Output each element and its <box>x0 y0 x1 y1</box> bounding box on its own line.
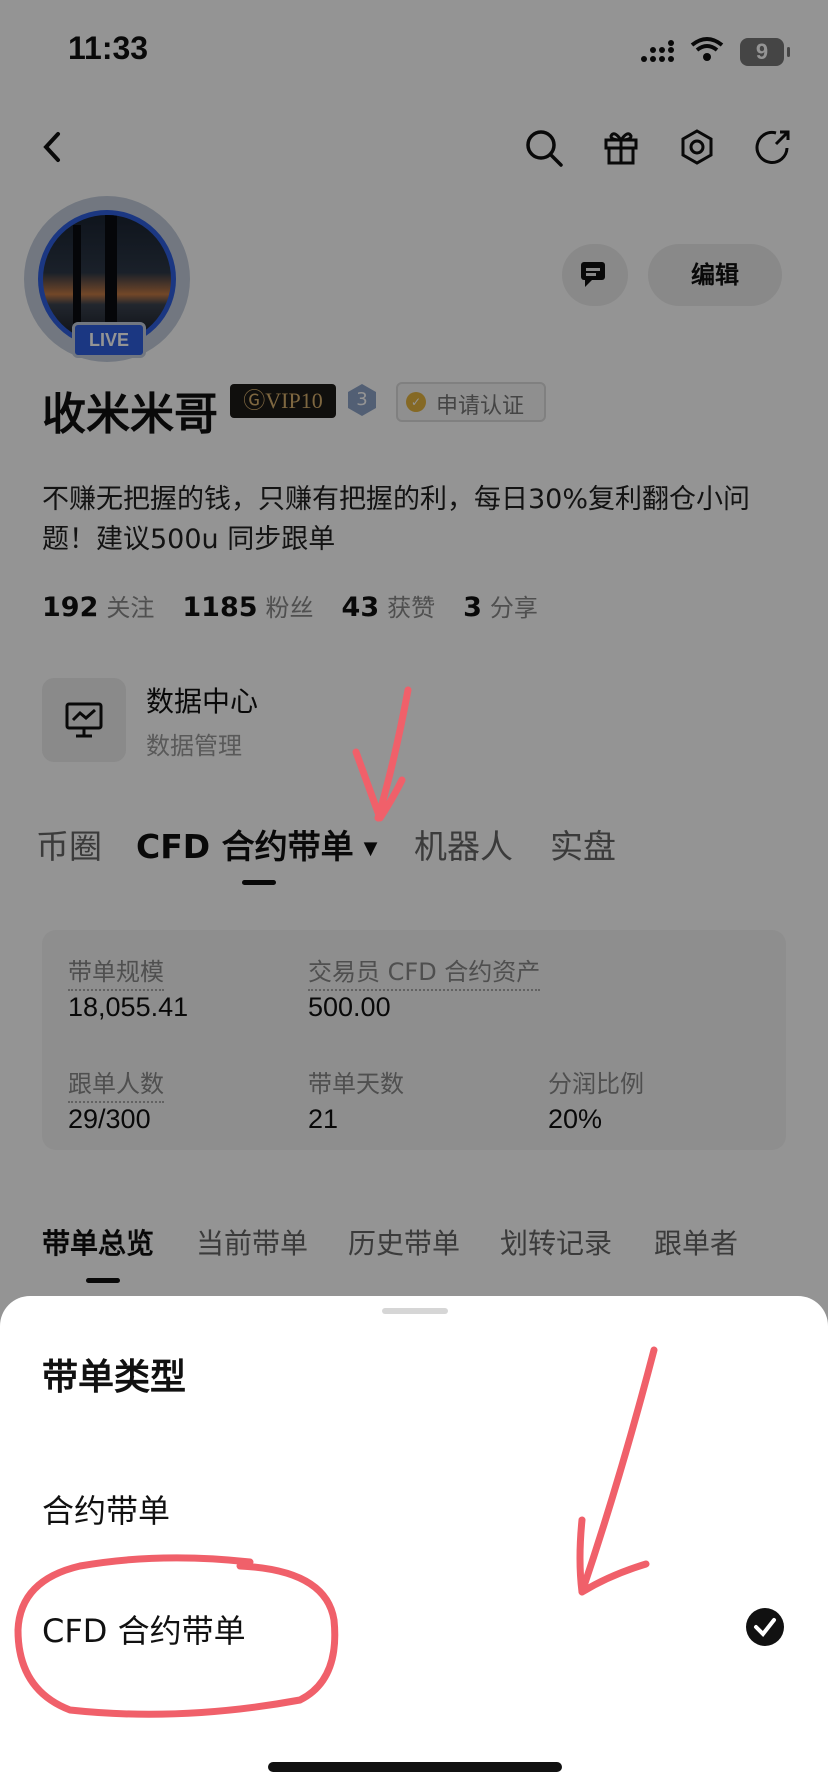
annotation-arrow-top <box>352 686 412 822</box>
annotation-circle <box>14 1554 339 1718</box>
annotation-arrow-bottom <box>576 1346 658 1596</box>
annotation-layer <box>14 686 658 1718</box>
